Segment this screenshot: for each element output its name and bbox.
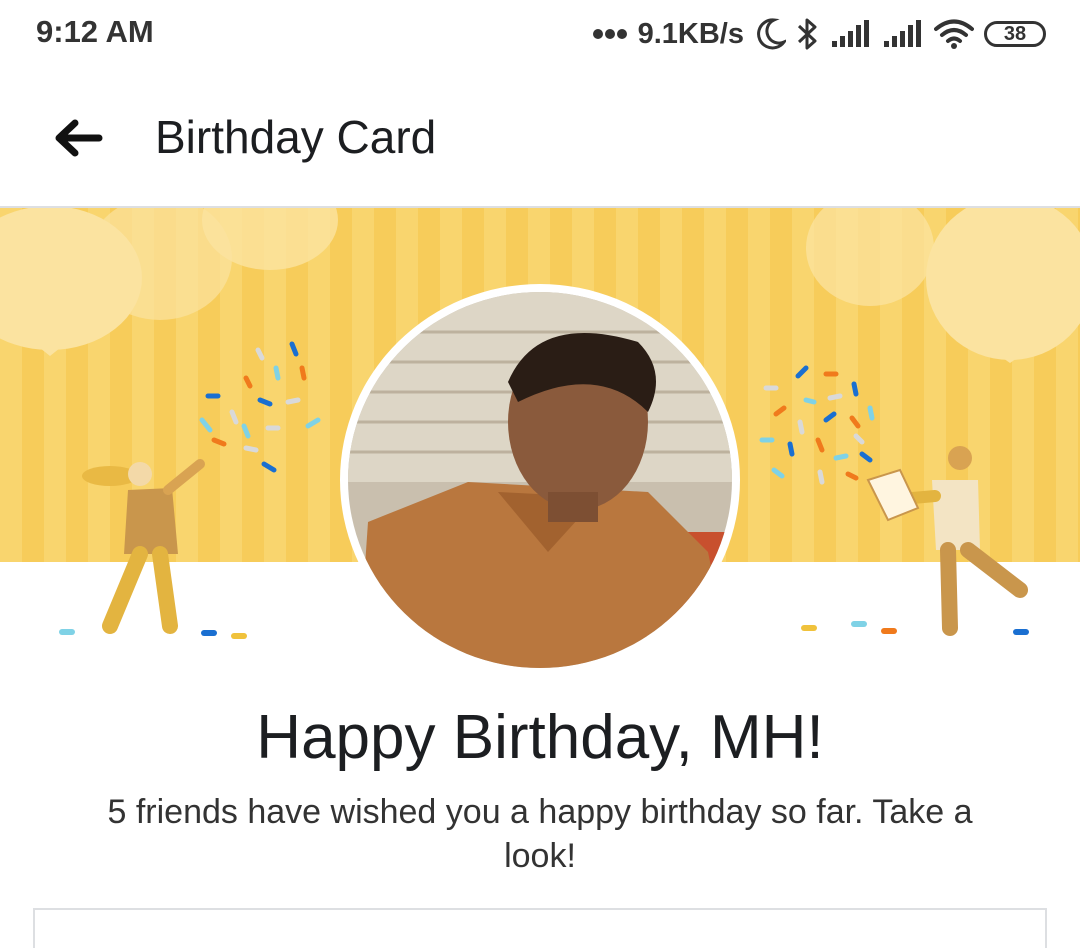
page-title: Birthday Card	[155, 111, 437, 163]
status-time: 9:12 AM	[36, 14, 154, 49]
app-bar: Birthday Card	[0, 70, 1080, 208]
more-dots-icon	[592, 29, 627, 39]
battery-level: 38	[1003, 22, 1027, 45]
wishes-card[interactable]	[33, 908, 1047, 948]
wifi-icon	[934, 19, 974, 49]
bluetooth-icon	[797, 18, 817, 50]
status-icons: 9.1KB/s 38	[592, 14, 1046, 54]
profile-photo	[348, 292, 732, 668]
signal-icon	[884, 20, 921, 47]
back-button[interactable]	[40, 100, 116, 176]
wishes-summary[interactable]: 5 friends have wished you a happy birthd…	[95, 790, 985, 878]
profile-photo-illustration	[348, 292, 732, 668]
birthday-greeting: Happy Birthday, MH!	[256, 703, 824, 772]
profile-avatar[interactable]	[340, 284, 740, 676]
moon-icon	[757, 18, 786, 50]
status-bar: 9:12 AM 9.1KB/s 38	[0, 0, 1080, 70]
signal-icon	[832, 20, 869, 47]
battery-icon: 38	[984, 21, 1046, 47]
network-speed: 9.1KB/s	[637, 17, 744, 50]
arrow-left-icon	[55, 119, 103, 157]
